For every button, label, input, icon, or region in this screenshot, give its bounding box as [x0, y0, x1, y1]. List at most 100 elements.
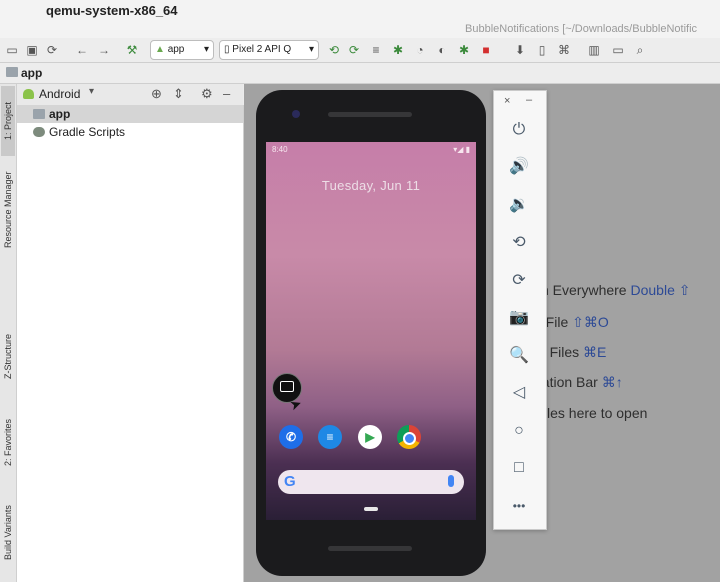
attach-debugger-icon[interactable]: ◐: [434, 42, 450, 58]
overview-icon[interactable]: □: [504, 456, 534, 480]
front-camera-icon: [292, 110, 300, 118]
top-speaker: [328, 112, 412, 117]
android-icon: [23, 89, 34, 99]
hint-drop-files: files here to open: [540, 405, 647, 421]
camera-icon[interactable]: 📷: [504, 306, 534, 330]
rotate-right-icon[interactable]: ⟳: [504, 269, 534, 293]
project-panel-header: Android ▾ ⊕ ⇕ ⚙ –: [17, 84, 243, 106]
open-folder-icon[interactable]: ▭: [4, 42, 20, 58]
tree-item-app[interactable]: app: [17, 105, 243, 123]
debug-icon[interactable]: ✱: [390, 42, 406, 58]
tab-favorites-label: 2: Favorites: [3, 418, 13, 466]
stop-icon[interactable]: ■: [478, 42, 494, 58]
hint-text: files here to open: [540, 405, 648, 421]
layout-inspector-icon[interactable]: ⌘: [556, 42, 572, 58]
save-icon[interactable]: ▣: [24, 42, 40, 58]
forward-arrow-icon[interactable]: →: [96, 42, 112, 58]
device-select[interactable]: ▯ Pixel 2 API Q ▾: [219, 40, 319, 60]
tree-item-gradle-scripts[interactable]: Gradle Scripts: [17, 123, 243, 141]
coverage-icon[interactable]: ✱: [456, 42, 472, 58]
emulator-toolbar: × – ⏻ 🔊 🔉 ⟲ ⟳ 📷 🔍 ◁ ○ □ •••: [493, 90, 547, 530]
profile-icon[interactable]: ◔: [412, 42, 428, 58]
close-icon[interactable]: ×: [504, 95, 510, 107]
app-menu-name[interactable]: qemu-system-x86_64: [46, 3, 178, 18]
tab-structure-label: Z-Structure: [3, 333, 13, 379]
menu-bar: qemu-system-x86_64: [0, 0, 720, 21]
hint-shortcut: ⇧⌘O: [572, 314, 609, 330]
run-config-select[interactable]: ▲ app ▾: [150, 40, 214, 60]
phone-device-icon: ▯: [224, 44, 230, 55]
tab-resource-manager[interactable]: Resource Manager: [1, 160, 15, 260]
build-hammer-icon[interactable]: ⚒: [124, 42, 140, 58]
power-icon[interactable]: ⏻: [504, 118, 534, 142]
volume-down-icon[interactable]: 🔉: [504, 193, 534, 217]
sdk-manager-icon[interactable]: ⬇: [512, 42, 528, 58]
chevron-down-icon[interactable]: ▾: [89, 86, 94, 97]
locate-icon[interactable]: ⊕: [151, 86, 162, 102]
tab-resource-manager-label: Resource Manager: [3, 171, 13, 249]
terminal-icon[interactable]: ▭: [610, 42, 626, 58]
more-icon[interactable]: •••: [504, 494, 534, 518]
gradle-icon: [33, 127, 45, 137]
window-title-bar: BubbleNotifications [~/Downloads/BubbleN…: [0, 20, 720, 38]
chrome-app-icon[interactable]: [397, 425, 421, 449]
status-icons: ▾◢ ▮: [453, 145, 470, 154]
run-config-label: app: [167, 44, 185, 55]
gear-icon[interactable]: ⚙: [201, 86, 213, 102]
google-logo-icon: G: [284, 473, 296, 490]
messages-app-icon[interactable]: ≡: [318, 425, 342, 449]
search-icon[interactable]: ⌕: [632, 42, 648, 58]
minimize-icon[interactable]: –: [526, 94, 532, 106]
tab-project[interactable]: 1: Project: [1, 86, 15, 156]
project-view-mode[interactable]: Android: [39, 87, 80, 101]
hint-navigation-bar: gation Bar ⌘↑: [534, 374, 623, 391]
collapse-all-icon[interactable]: ⇕: [173, 86, 184, 102]
window-title: BubbleNotifications [~/Downloads/BubbleN…: [465, 23, 698, 35]
left-tool-strip: 1: Project Resource Manager Z-Structure …: [0, 84, 17, 582]
hint-search-everywhere: ch Everywhere Double ⇧: [534, 282, 690, 299]
chevron-down-icon: ▾: [203, 44, 209, 55]
zoom-icon[interactable]: 🔍: [504, 344, 534, 368]
google-search-bar[interactable]: G: [278, 470, 464, 494]
breadcrumb-app[interactable]: app: [21, 66, 42, 80]
tab-build-variants[interactable]: Build Variants: [1, 488, 15, 578]
project-structure-icon[interactable]: ▥: [586, 42, 602, 58]
play-store-icon[interactable]: ▶: [358, 425, 382, 449]
tab-project-label: 1: Project: [3, 101, 13, 141]
apply-code-changes-icon[interactable]: ⟳: [346, 42, 362, 58]
back-arrow-icon[interactable]: ←: [74, 42, 90, 58]
avd-manager-icon[interactable]: ▯: [534, 42, 550, 58]
hint-text: ch Everywhere: [534, 282, 631, 298]
main-toolbar: ▭ ▣ ⟳ ← → ⚒ ▲ app ▾ ▯ Pixel 2 API Q ▾ ⟲ …: [0, 38, 720, 63]
assistant-mic-icon[interactable]: [448, 475, 454, 487]
module-folder-icon: [33, 109, 45, 119]
home-icon[interactable]: ○: [504, 419, 534, 443]
device-label: Pixel 2 API Q: [232, 44, 292, 55]
phone-app-icon[interactable]: ✆: [279, 425, 303, 449]
tab-favorites[interactable]: 2: Favorites: [1, 402, 15, 482]
run-icon[interactable]: ≡: [368, 42, 384, 58]
project-tree: app Gradle Scripts: [17, 105, 244, 582]
apply-changes-icon[interactable]: ⟲: [326, 42, 342, 58]
back-icon[interactable]: ◁: [504, 381, 534, 405]
hint-shortcut: Double ⇧: [630, 282, 691, 298]
tab-build-variants-label: Build Variants: [3, 505, 13, 561]
folder-icon: [6, 67, 18, 77]
breadcrumb: app: [0, 63, 720, 84]
tree-item-label: Gradle Scripts: [49, 125, 126, 139]
status-time: 8:40: [272, 145, 288, 154]
bottom-speaker: [328, 546, 412, 551]
tree-item-label: app: [49, 107, 71, 121]
android-config-icon: ▲: [155, 44, 165, 55]
message-icon: [280, 381, 294, 392]
home-gesture-pill[interactable]: [364, 507, 378, 511]
emulator-screen[interactable]: 8:40 ▾◢ ▮ Tuesday, Jun 11: [266, 142, 476, 520]
sync-icon[interactable]: ⟳: [44, 42, 60, 58]
tab-structure[interactable]: Z-Structure: [1, 316, 15, 396]
hint-shortcut: ⌘↑: [601, 374, 623, 390]
hint-shortcut: ⌘E: [583, 344, 607, 360]
volume-up-icon[interactable]: 🔊: [504, 155, 534, 179]
lockscreen-date: Tuesday, Jun 11: [321, 178, 421, 193]
rotate-left-icon[interactable]: ⟲: [504, 231, 534, 255]
hide-panel-icon[interactable]: –: [223, 86, 230, 101]
